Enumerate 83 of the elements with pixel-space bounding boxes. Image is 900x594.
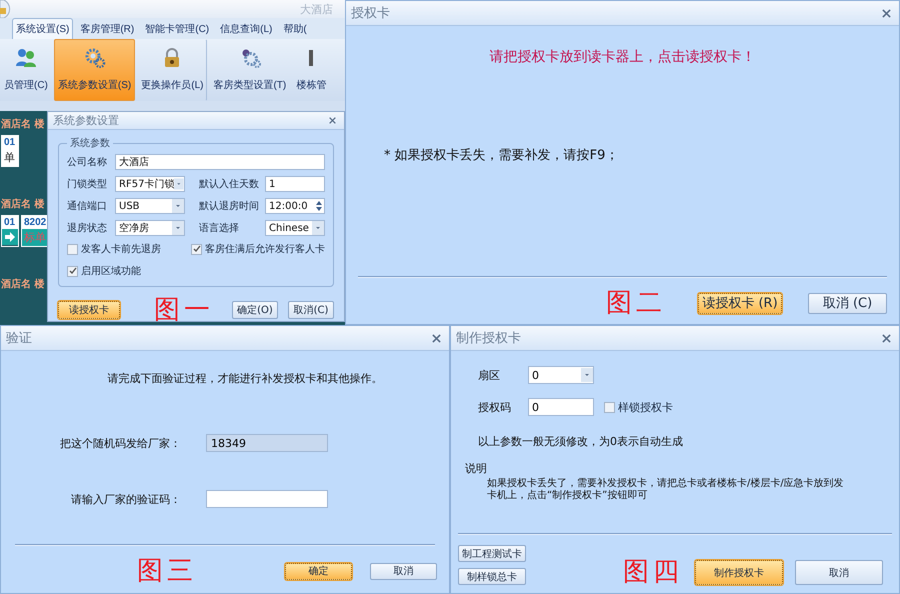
menu-tab[interactable]: 系统设置(S)	[12, 18, 74, 39]
dialog-button[interactable]: 确定	[285, 562, 352, 580]
window-title: 授权卡	[351, 5, 390, 22]
instruction-text: 请完成下面验证过程，才能进行补发授权卡和其他操作。	[106, 371, 384, 386]
dropdown-field[interactable]: RF57卡门锁	[115, 176, 185, 192]
dialog-button[interactable]: 制作授权卡	[695, 560, 783, 585]
section-title: 说明	[465, 461, 487, 476]
dropdown-field[interactable]: 0	[528, 366, 594, 384]
field-label: 扇区	[478, 368, 501, 382]
dropdown-button[interactable]	[172, 199, 184, 213]
ribbon-button[interactable]: 客房类型设置(T)	[209, 39, 290, 101]
field-label: 默认入住天数	[198, 178, 260, 191]
dropdown-field[interactable]: 空净房	[115, 220, 185, 236]
dialog-button[interactable]: 取消 (C)	[808, 292, 887, 314]
dropdown-field[interactable]: USB	[115, 198, 185, 214]
dialog-button[interactable]: 确定(O)	[232, 301, 278, 319]
window-title: 制作授权卡	[456, 330, 521, 347]
figure-caption: 图二	[606, 290, 666, 316]
floor-header: 酒店名 楼	[1, 197, 44, 211]
field-label: 公司名称	[67, 156, 108, 169]
note-text: * 如果授权卡丢失，需要补发，请按F9；	[383, 147, 620, 164]
app-title: 大酒店	[300, 2, 333, 16]
room-card[interactable]: 01	[1, 215, 19, 247]
note-text: 以上参数一般无须修改，为0表示自动生成	[478, 434, 683, 449]
checkbox[interactable]: 客房住满后允许发行客人卡	[191, 242, 325, 256]
room-card[interactable]: 01 单	[1, 135, 19, 167]
dialog-button[interactable]: 制工程测试卡	[458, 545, 526, 562]
checkbox[interactable]: 发客人卡前先退房	[67, 242, 191, 256]
field-label: 通信端口	[67, 200, 108, 213]
checkbox[interactable]: 启用区域功能	[67, 264, 191, 278]
input-field[interactable]	[206, 490, 328, 508]
figure-caption: 图一	[154, 297, 214, 323]
floor-header: 酒店名 楼	[1, 117, 44, 131]
field-label: 门锁类型	[67, 178, 108, 191]
arrow-icon	[4, 232, 16, 242]
spin-field[interactable]: 12:00:0	[265, 198, 325, 214]
close-icon[interactable]	[882, 8, 891, 18]
ribbon-button[interactable]: 员管理(C)	[0, 39, 52, 101]
field-label: 授权码	[478, 400, 512, 414]
ribbon-button[interactable]: 系统参数设置(S)	[54, 39, 136, 101]
figure-caption: 图三	[137, 558, 197, 584]
checkmark-icon	[68, 267, 76, 275]
field-label: 退房状态	[67, 222, 108, 235]
checkbox[interactable]: 样锁授权卡	[604, 400, 673, 414]
menu-tab[interactable]: 帮助(	[279, 18, 311, 39]
field-label: 请输入厂家的验证码：	[70, 492, 181, 506]
group-title: 系统参数	[69, 136, 111, 150]
window-title: 验证	[6, 330, 32, 347]
read-card-button[interactable]: 读授权卡	[58, 301, 120, 319]
menu-tab[interactable]: 信息查询(L)	[216, 18, 276, 39]
dropdown-button[interactable]	[172, 221, 184, 235]
close-icon[interactable]	[882, 334, 891, 342]
dialog-button[interactable]: 制样锁总卡	[458, 568, 526, 585]
explain-text: 如果授权卡丢失了，需要补发授权卡，请把总卡或者楼栋卡/楼层卡/应急卡放到发卡机上，点击“制作授权卡”按钮即可	[486, 478, 845, 502]
input-field[interactable]: 18349	[206, 434, 328, 452]
spin-button[interactable]	[314, 199, 324, 213]
dialog-title: 系统参数设置	[53, 113, 119, 128]
floor-header: 酒店名 楼	[1, 277, 44, 291]
dropdown-field[interactable]: Chinese	[265, 220, 325, 236]
dialog-button[interactable]: 取消	[795, 560, 883, 585]
dialog-button[interactable]: 取消(C)	[288, 301, 334, 319]
dropdown-button[interactable]	[312, 221, 324, 235]
prompt-text: 请把授权卡放到读卡器上，点击读授权卡！	[488, 48, 756, 66]
ribbon-button[interactable]: 楼栋管	[292, 39, 330, 101]
input-field[interactable]: 1	[265, 176, 325, 192]
dropdown-button[interactable]	[174, 177, 184, 191]
menu-tab[interactable]: 客房管理(R)	[76, 18, 138, 39]
field-label: 语言选择	[198, 222, 240, 235]
menu-tab[interactable]: 智能卡管理(C)	[141, 18, 214, 39]
dialog-button[interactable]: 取消	[370, 562, 437, 580]
close-icon[interactable]	[432, 334, 441, 342]
field-label: 把这个随机码发给厂家：	[59, 436, 181, 450]
people-icon	[14, 48, 37, 68]
figure-caption: 图四	[623, 559, 683, 585]
field-label: 默认退房时间	[198, 200, 260, 213]
input-field[interactable]: 大酒店	[115, 154, 325, 170]
checkmark-icon	[192, 245, 200, 253]
dialog-button[interactable]: 读授权卡 (R)	[698, 292, 782, 314]
gears-icon	[84, 48, 106, 68]
ribbon-button[interactable]: 更换操作员(L)	[137, 39, 208, 101]
dropdown-button[interactable]	[581, 368, 593, 382]
close-icon[interactable]	[329, 117, 336, 124]
input-field[interactable]: 0	[528, 398, 594, 416]
